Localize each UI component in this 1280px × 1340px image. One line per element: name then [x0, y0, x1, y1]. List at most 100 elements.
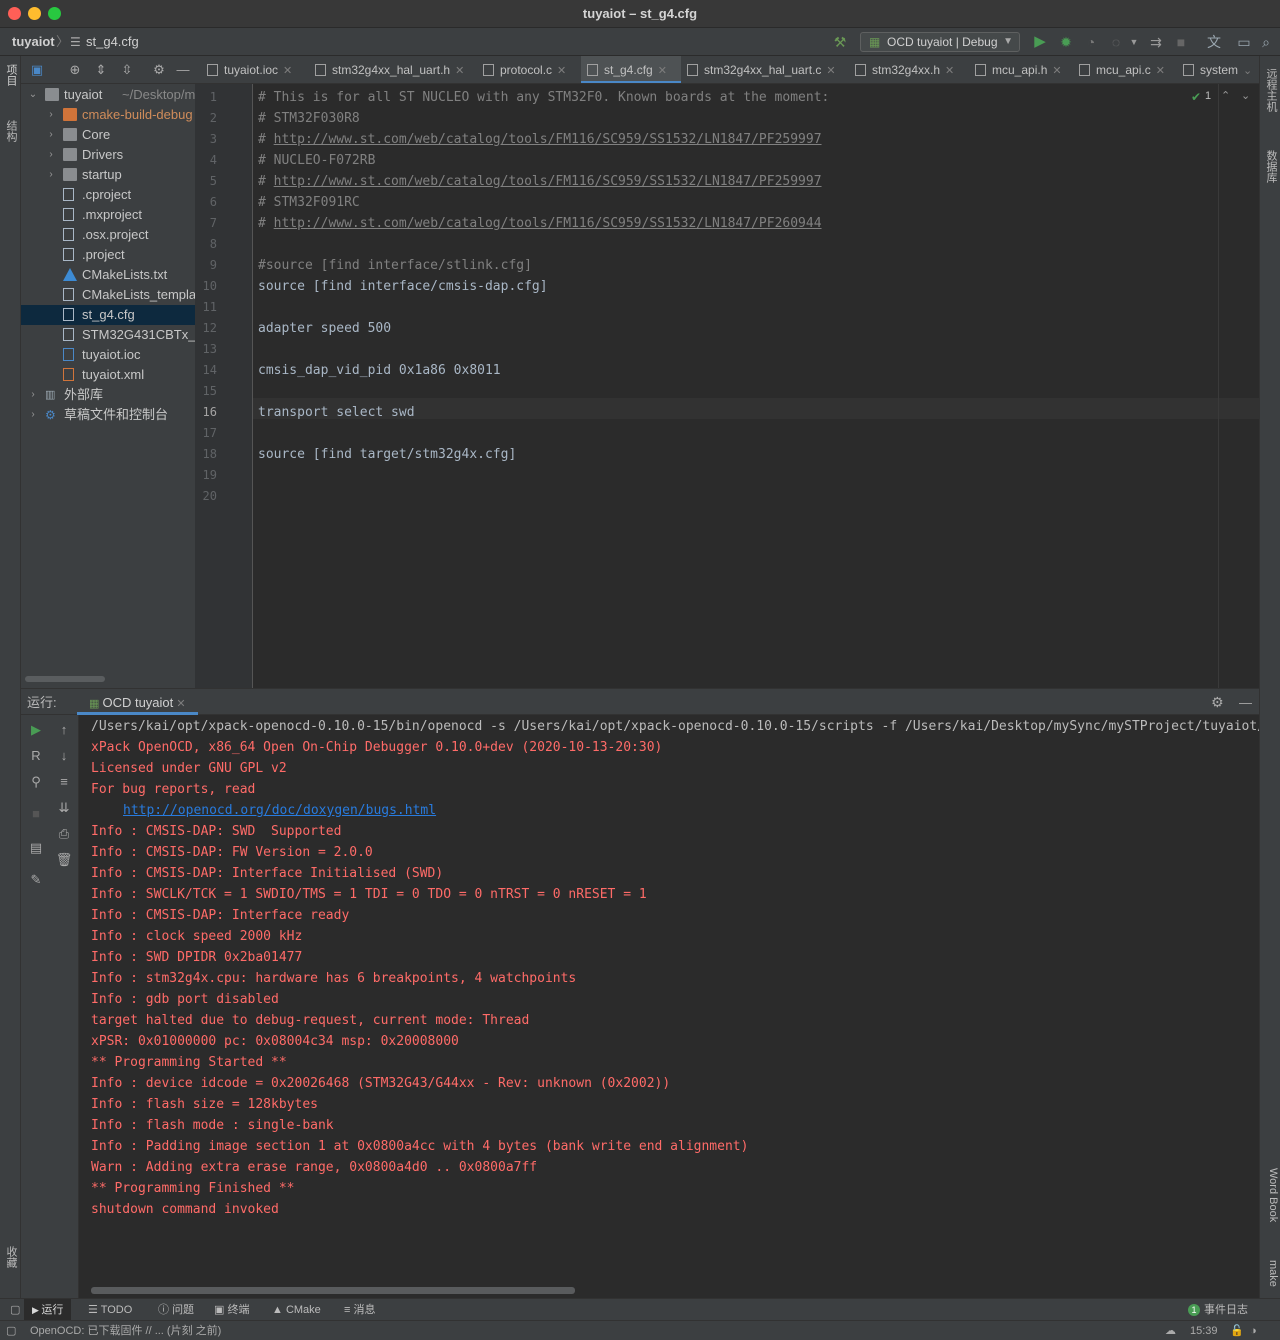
- editor-tab[interactable]: stm32g4xx_hal_uart.c ✕: [681, 56, 849, 83]
- remote-host-tool-tab[interactable]: 远程主机: [1262, 68, 1279, 112]
- project-tree-item[interactable]: › Drivers: [21, 145, 195, 165]
- console-link[interactable]: http://openocd.org/doc/doxygen/bugs.html: [123, 800, 436, 821]
- console-horizontal-scrollbar[interactable]: [91, 1287, 575, 1294]
- translate-icon[interactable]: 文: [1204, 32, 1224, 52]
- layout-icon[interactable]: ▭: [1234, 32, 1254, 52]
- collapse-all-icon[interactable]: ⇳: [117, 60, 137, 80]
- sync-status-icon[interactable]: ☁: [1165, 1321, 1176, 1340]
- close-icon[interactable]: ✕: [945, 65, 954, 77]
- project-tree-item[interactable]: STM32G431CBTx_FLASH.ld: [21, 325, 195, 345]
- chevron-down-icon[interactable]: ⌄: [1243, 65, 1252, 77]
- project-tree-item[interactable]: › cmake-build-debug: [21, 105, 195, 125]
- close-icon[interactable]: ✕: [173, 698, 185, 710]
- gear-icon[interactable]: ⚙: [149, 60, 169, 80]
- minimize-window-button[interactable]: [28, 7, 41, 20]
- editor-tab[interactable]: protocol.c ✕: [477, 56, 581, 83]
- close-icon[interactable]: ✕: [455, 65, 464, 77]
- stop-icon[interactable]: ■: [25, 803, 47, 825]
- word-book-tool-tab[interactable]: Word Book: [1262, 1168, 1279, 1222]
- print-icon[interactable]: ⎙: [53, 823, 75, 845]
- chevron-right-icon[interactable]: ›: [27, 405, 39, 425]
- arrow-up-icon[interactable]: ↑: [53, 719, 75, 741]
- expand-all-icon[interactable]: ⇕: [91, 60, 111, 80]
- project-tree-item[interactable]: CMakeLists_template.txt: [21, 285, 195, 305]
- code-url-link[interactable]: http://www.st.com/web/catalog/tools/FM11…: [274, 132, 822, 147]
- editor-tab[interactable]: stm32g4xx_hal_uart.h ✕: [309, 56, 477, 83]
- run-icon[interactable]: ▶: [1030, 32, 1050, 52]
- close-window-button[interactable]: [8, 7, 21, 20]
- zoom-window-button[interactable]: [48, 7, 61, 20]
- breadcrumb-project[interactable]: tuyaiot: [12, 28, 55, 56]
- close-icon[interactable]: ✕: [557, 65, 566, 77]
- locate-file-icon[interactable]: ⊕: [65, 60, 85, 80]
- editor-tab[interactable]: tuyaiot.ioc ✕: [201, 56, 309, 83]
- editor-tab[interactable]: system ⌄: [1177, 56, 1259, 83]
- search-icon[interactable]: ⌕: [1256, 32, 1276, 52]
- chevron-right-icon[interactable]: ›: [45, 125, 57, 145]
- soft-wrap-icon[interactable]: ≡: [53, 771, 75, 793]
- restore-layout-icon[interactable]: R: [25, 745, 47, 767]
- make-tool-tab[interactable]: make: [1262, 1260, 1279, 1287]
- tab-terminal[interactable]: ▣ 终端: [214, 1299, 249, 1321]
- project-tree-item[interactable]: st_g4.cfg: [21, 305, 195, 325]
- profile-icon[interactable]: ◌: [1106, 32, 1126, 52]
- structure-tool-tab[interactable]: 结构: [2, 120, 19, 142]
- chevron-right-icon[interactable]: ›: [27, 385, 39, 405]
- project-tree-item[interactable]: CMakeLists.txt: [21, 265, 195, 285]
- project-tree-item[interactable]: › ⚙ 草稿文件和控制台: [21, 405, 195, 425]
- stop-icon[interactable]: ■: [1171, 32, 1191, 52]
- editor-tab[interactable]: mcu_api.h ✕: [969, 56, 1073, 83]
- close-icon[interactable]: ✕: [1156, 65, 1165, 77]
- scroll-to-end-icon[interactable]: ⇊: [53, 797, 75, 819]
- project-tree-item[interactable]: .project: [21, 245, 195, 265]
- project-tool-tab[interactable]: 项目: [2, 64, 19, 86]
- close-icon[interactable]: ✕: [826, 65, 835, 77]
- run-tab-ocd-tuyaiot[interactable]: ▦ OCD tuyaiot ✕: [77, 689, 198, 715]
- lock-icon[interactable]: 🔓: [1230, 1321, 1244, 1340]
- trash-icon[interactable]: 🗑: [53, 849, 75, 871]
- close-icon[interactable]: ✕: [658, 65, 667, 77]
- run-console-output[interactable]: /Users/kai/opt/xpack-openocd-0.10.0-15/b…: [79, 715, 1259, 1298]
- hide-panel-icon[interactable]: —: [173, 60, 193, 80]
- pin-icon[interactable]: ✎: [25, 869, 47, 891]
- code-url-link[interactable]: http://www.st.com/web/catalog/tools/FM11…: [274, 216, 822, 231]
- project-tree-item[interactable]: tuyaiot.xml: [21, 365, 195, 385]
- favorites-tool-tab[interactable]: 收藏: [2, 1246, 19, 1268]
- chevron-down-icon[interactable]: ⌄: [27, 85, 39, 105]
- close-icon[interactable]: ✕: [1052, 65, 1061, 77]
- editor-tab[interactable]: mcu_api.c ✕: [1073, 56, 1177, 83]
- inspection-check-icon[interactable]: ✔: [1191, 90, 1201, 104]
- build-hammer-icon[interactable]: ⚒: [830, 32, 850, 52]
- status-message[interactable]: OpenOCD: 已下载固件 // ... (片刻 之前): [30, 1321, 221, 1340]
- tab-todo[interactable]: ☰ TODO: [88, 1299, 132, 1321]
- run-configuration-select[interactable]: ▦ OCD tuyaiot | Debug ▼: [860, 32, 1020, 52]
- previous-highlight-icon[interactable]: ⌃: [1221, 89, 1230, 102]
- tab-messages[interactable]: ≡ 消息: [344, 1299, 375, 1321]
- wrench-icon[interactable]: ⚲: [25, 771, 47, 793]
- layout-icon[interactable]: ▤: [25, 837, 47, 859]
- project-view-select-icon[interactable]: ▣: [27, 60, 47, 80]
- tab-cmake[interactable]: ▲ CMake: [272, 1299, 321, 1321]
- project-tree-item[interactable]: › Core: [21, 125, 195, 145]
- breadcrumb-file[interactable]: st_g4.cfg: [86, 28, 139, 56]
- attach-process-icon[interactable]: ⇉: [1146, 32, 1166, 52]
- hide-tool-windows-icon[interactable]: ▢: [10, 1299, 20, 1321]
- tab-problems[interactable]: ⓘ 问题: [158, 1299, 194, 1321]
- chevron-right-icon[interactable]: ›: [45, 145, 57, 165]
- code-editor[interactable]: ✔ 1 ⌃ ⌄ # This is for all ST NUCLEO with…: [253, 84, 1259, 688]
- close-icon[interactable]: ✕: [283, 65, 292, 77]
- more-run-chevron-icon[interactable]: ▼: [1124, 32, 1144, 52]
- next-highlight-icon[interactable]: ⌄: [1241, 89, 1250, 102]
- debug-bug-icon[interactable]: ✹: [1056, 32, 1076, 52]
- notifications-icon[interactable]: ◑: [1250, 1321, 1257, 1340]
- project-tree-item[interactable]: › startup: [21, 165, 195, 185]
- database-tool-tab[interactable]: 数据库: [1262, 150, 1279, 183]
- tab-run[interactable]: ▶ 运行: [24, 1299, 72, 1321]
- project-tree-item[interactable]: ⌄ tuyaiot ~/Desktop/m: [21, 85, 195, 105]
- status-toggle-icon[interactable]: ▢: [6, 1321, 16, 1340]
- gear-icon[interactable]: ⚙: [1211, 689, 1224, 716]
- editor-tab[interactable]: st_g4.cfg ✕: [581, 56, 681, 83]
- project-tree-item[interactable]: › ▥ 外部库: [21, 385, 195, 405]
- hide-panel-icon[interactable]: —: [1239, 689, 1252, 716]
- tab-event-log[interactable]: 1 事件日志: [1188, 1299, 1248, 1321]
